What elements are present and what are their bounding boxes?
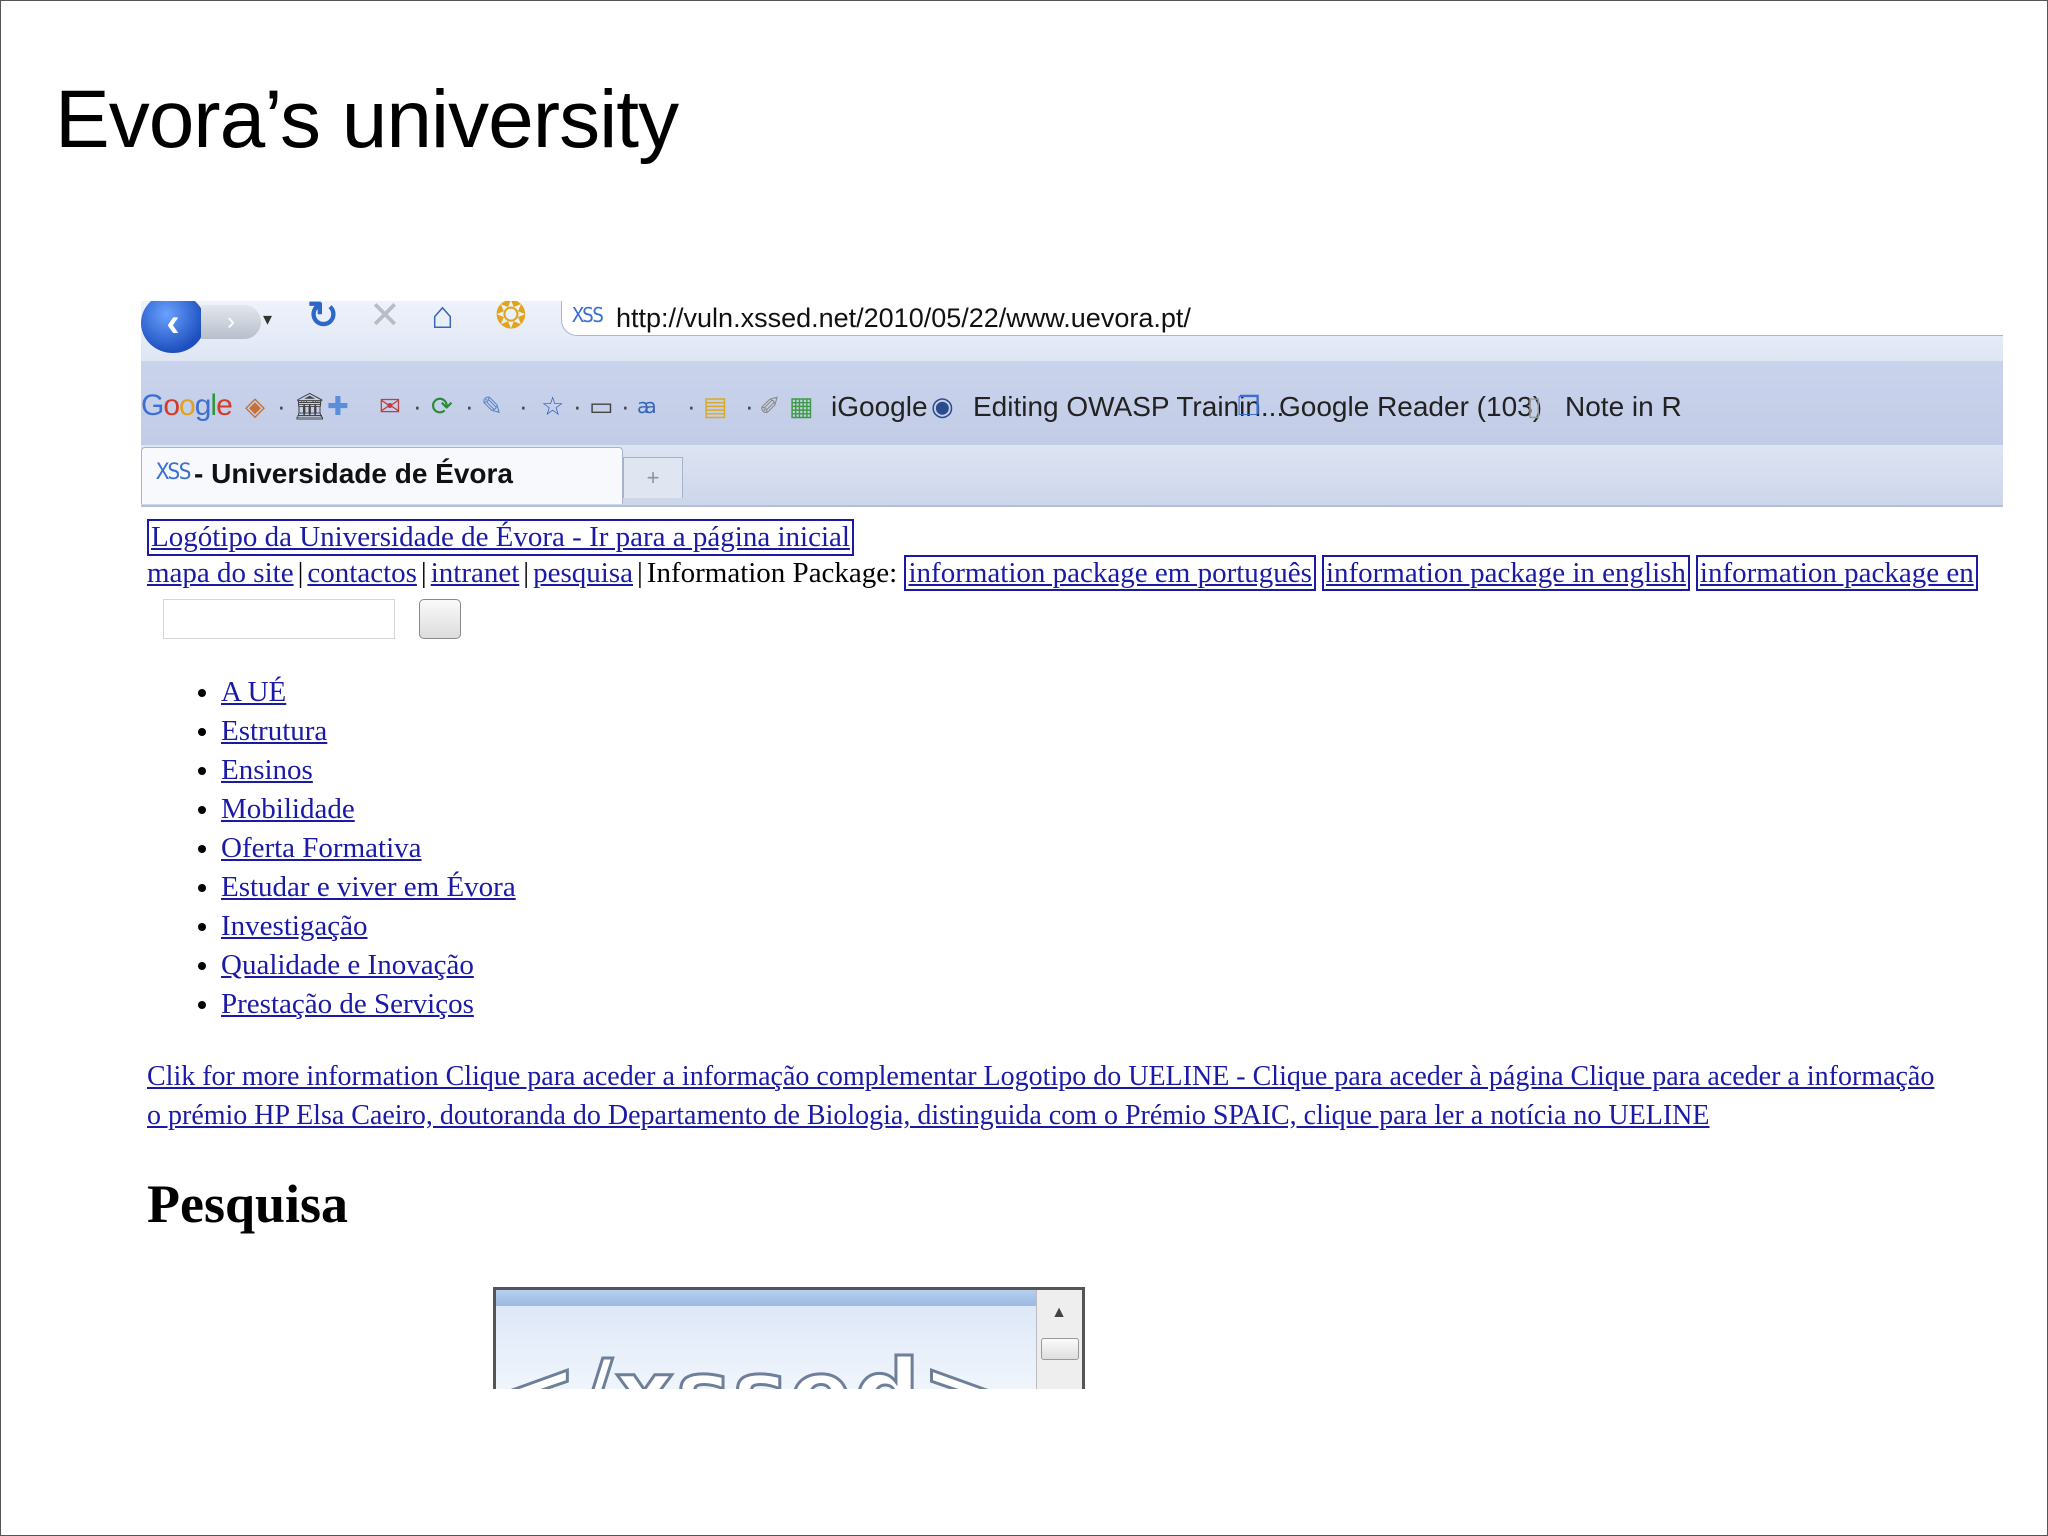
menu-item: Qualidade e Inovação <box>221 946 516 985</box>
addon-icon[interactable]: ❂ <box>495 301 527 335</box>
history-dropdown-icon[interactable]: ▾ <box>263 309 272 330</box>
menu-link-prestacao-de-servicos[interactable]: Prestação de Serviços <box>221 988 474 1020</box>
frame-body: </xssed> <box>496 1306 1036 1389</box>
dropdown-arrow-icon[interactable]: · <box>277 393 286 419</box>
menu-link-ensinos[interactable]: Ensinos <box>221 754 313 786</box>
plus-puzzle-icon[interactable]: ✚ <box>327 393 349 419</box>
address-bar[interactable]: XSS http://vuln.xssed.net/2010/05/22/www… <box>561 301 2003 336</box>
nav-separator: | <box>636 557 643 589</box>
forward-arrow-icon: › <box>227 308 235 335</box>
url-text[interactable]: http://vuln.xssed.net/2010/05/22/www.uev… <box>616 303 1191 334</box>
window-icon[interactable]: ▭ <box>589 393 614 419</box>
slide-title: Evora’s university <box>55 74 679 165</box>
home-icon[interactable]: ⌂ <box>431 301 454 335</box>
menu-link-investigacao[interactable]: Investigação <box>221 910 368 942</box>
scroll-up-arrow-icon[interactable]: ▲ <box>1043 1298 1075 1328</box>
menu-item: Oferta Formativa <box>221 829 516 868</box>
new-tab-button[interactable]: + <box>623 457 683 498</box>
back-button[interactable]: ‹ <box>141 301 205 353</box>
dropdown-arrow-icon[interactable]: · <box>687 393 696 419</box>
frame-titlebar <box>496 1290 1082 1306</box>
back-arrow-icon: ‹ <box>166 301 180 345</box>
stop-icon[interactable]: ✕ <box>369 301 401 335</box>
pencil-icon[interactable]: ✎ <box>481 393 503 419</box>
dropdown-arrow-icon[interactable]: · <box>465 393 474 419</box>
dropdown-arrow-icon[interactable]: · <box>745 393 754 419</box>
mail-icon[interactable]: ✉ <box>379 393 401 419</box>
xssed-logo: </xssed> <box>499 1339 1001 1390</box>
nav-link-intranet[interactable]: intranet <box>431 557 520 589</box>
menu-link-a-ue[interactable]: A UÉ <box>221 676 286 708</box>
menu-link-estrutura[interactable]: Estrutura <box>221 715 327 747</box>
browser-screenshot: ‹ › ▾ ↻ ✕ ⌂ ❂ XSS http://vuln.xssed.net/… <box>141 301 2003 1389</box>
menu-item: Mobilidade <box>221 790 516 829</box>
menu-link-oferta-formativa[interactable]: Oferta Formativa <box>221 832 422 864</box>
forward-button[interactable]: › <box>201 305 261 339</box>
news-links: Clik for more information Clique para ac… <box>147 1057 2003 1135</box>
globe-icon: ◉ <box>931 391 954 421</box>
nav-link-contactos[interactable]: contactos <box>307 557 417 589</box>
news-link-line-1[interactable]: Clik for more information Clique para ac… <box>147 1061 1934 1092</box>
dropdown-arrow-icon[interactable]: · <box>519 393 528 419</box>
nav-link-pesquisa[interactable]: pesquisa <box>533 557 633 589</box>
info-package-pt-link[interactable]: information package em português <box>904 555 1316 591</box>
bookmark-igoogle[interactable]: iGoogle <box>831 391 928 423</box>
spellcheck-icon[interactable]: ꜳ <box>637 397 657 417</box>
menu-item: Ensinos <box>221 751 516 790</box>
main-menu: A UÉ Estrutura Ensinos Mobilidade Oferta… <box>191 673 516 1024</box>
highlighter-icon[interactable]: ✐ <box>759 393 781 419</box>
bookmark-note[interactable]: Note in R <box>1565 391 1682 423</box>
menu-item: Investigação <box>221 907 516 946</box>
dropdown-arrow-icon[interactable]: · <box>413 393 422 419</box>
star-icon[interactable]: ☆ <box>541 393 564 419</box>
nav-separator: | <box>297 557 304 589</box>
info-package-other-link[interactable]: information package en <box>1695 555 1978 591</box>
slide-frame: Evora’s university ‹ › ▾ ↻ ✕ ⌂ ❂ XSS htt… <box>0 0 2048 1536</box>
menu-link-mobilidade[interactable]: Mobilidade <box>221 793 355 825</box>
google-toolbar-logo[interactable]: Google <box>141 389 233 423</box>
bookmark-google-reader[interactable]: Google Reader (103) <box>1279 391 1542 423</box>
menu-link-estudar-e-viver[interactable]: Estudar e viver em Évora <box>221 871 516 903</box>
menu-item: Estudar e viver em Évora <box>221 868 516 907</box>
bookmarks-toolbar: Google ◈ · 🏛 ✚ ✉ · ⟳ · ✎ · ☆ · ▭ · ꜳ · ▤… <box>141 361 2003 445</box>
top-nav: mapa do site | contactos | intranet | pesquisa… <box>147 555 1984 591</box>
reload-icon[interactable]: ↻ <box>307 301 339 335</box>
menu-link-qualidade-e-inovacao[interactable]: Qualidade e Inovação <box>221 949 474 981</box>
frame-scrollbar[interactable]: ▲ <box>1036 1290 1082 1389</box>
igoogle-icon: ▦ <box>789 391 814 421</box>
site-favicon: XSS <box>572 303 604 327</box>
tab-strip: XSS - Universidade de Évora + <box>141 445 2003 507</box>
note-icon[interactable]: ▤ <box>703 393 728 419</box>
dropdown-arrow-icon[interactable]: · <box>573 393 582 419</box>
pesquisa-heading: Pesquisa <box>147 1174 349 1234</box>
search-button[interactable] <box>419 599 461 639</box>
xss-favicon-icon: XSS <box>156 460 192 485</box>
nav-link-mapa-do-site[interactable]: mapa do site <box>147 557 294 589</box>
info-package-label: Information Package: <box>646 557 898 589</box>
toolbar-addon-icon[interactable]: ◈ <box>245 393 265 419</box>
scroll-thumb[interactable] <box>1041 1338 1079 1360</box>
nav-separator: | <box>420 557 427 589</box>
tab-title: - Universidade de Évora <box>194 458 514 489</box>
reader-icon: ❐ <box>1237 391 1261 421</box>
menu-item: Prestação de Serviços <box>221 985 516 1024</box>
injected-xssed-frame: </xssed> ▲ <box>493 1287 1085 1389</box>
menu-item: Estrutura <box>221 712 516 751</box>
logo-link[interactable]: Logótipo da Universidade de Évora - Ir p… <box>147 519 854 556</box>
navigation-toolbar: ‹ › ▾ ↻ ✕ ⌂ ❂ XSS http://vuln.xssed.net/… <box>141 301 2003 361</box>
news-link-line-2[interactable]: o prémio HP Elsa Caeiro, doutoranda do D… <box>147 1100 1709 1131</box>
bank-icon[interactable]: 🏛 <box>293 393 326 419</box>
menu-item: A UÉ <box>221 673 516 712</box>
search-input[interactable] <box>163 599 395 639</box>
info-package-en-link[interactable]: information package in english <box>1321 555 1690 591</box>
nav-separator: | <box>523 557 530 589</box>
translate-icon[interactable]: ⟳ <box>431 393 453 419</box>
page-content: Logótipo da Universidade de Évora - Ir p… <box>141 507 2003 1389</box>
tab-universidade-de-evora[interactable]: XSS - Universidade de Évora <box>141 447 623 504</box>
dropdown-arrow-icon[interactable]: · <box>621 393 630 419</box>
page-icon: ▯ <box>1527 391 1542 421</box>
